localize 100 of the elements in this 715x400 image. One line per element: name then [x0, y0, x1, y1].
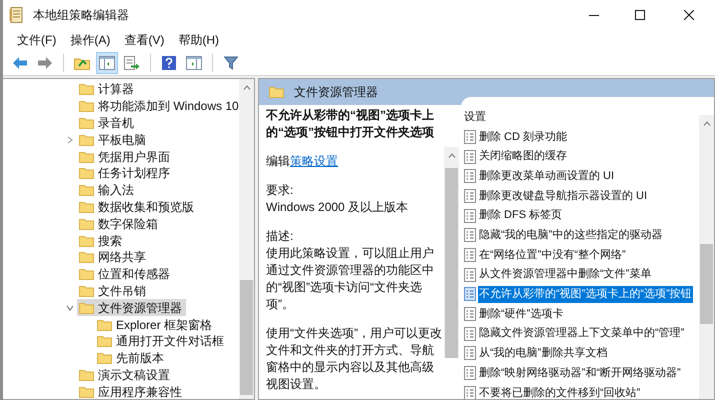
- window-title: 本地组策略编辑器: [33, 7, 129, 24]
- expand-chevron-icon[interactable]: [67, 136, 73, 144]
- policy-title: 不允许从彩带的“视图”选项卡上的“选项”按钮中打开文件夹选项: [266, 107, 435, 141]
- policy-icon: [464, 169, 476, 184]
- folder-icon: [79, 200, 94, 213]
- section-title: 文件资源管理器: [294, 84, 378, 101]
- toolbar-button[interactable]: [96, 52, 118, 74]
- folder-icon: [79, 218, 94, 230]
- policy-icon: [464, 228, 476, 242]
- tree-item[interactable]: 网络共享: [77, 248, 150, 266]
- folder-icon: [79, 184, 94, 196]
- folder-icon: [97, 335, 112, 348]
- pane-icon[interactable]: [99, 56, 115, 70]
- close-icon: [684, 10, 694, 20]
- edit-label: 编辑: [266, 154, 290, 168]
- scroll-up-icon[interactable]: [242, 85, 250, 90]
- collapse-chevron-icon[interactable]: [66, 304, 74, 311]
- policy-icon: [464, 188, 476, 203]
- tree-item[interactable]: 输入法: [77, 182, 138, 199]
- export-list-icon[interactable]: [124, 56, 140, 70]
- policy-icon: [464, 150, 476, 164]
- tree-item[interactable]: 演示文稿设置: [77, 366, 174, 384]
- tree-item[interactable]: 数据收集和预览版: [77, 198, 198, 216]
- policy-setting-item[interactable]: 不要将已删除的文件移到“回收站”: [478, 384, 642, 399]
- policy-setting-item[interactable]: 删除更改菜单动画设置的 UI: [478, 168, 616, 184]
- folder-icon: [269, 86, 284, 98]
- menu-item[interactable]: 操作(A): [70, 31, 110, 49]
- scroll-up-icon[interactable]: [702, 121, 710, 126]
- description-label: 描述:: [266, 228, 294, 245]
- policy-setting-item[interactable]: 隐藏文件资源管理器上下文菜单中的“管理”: [478, 325, 686, 342]
- policy-icon: [464, 307, 476, 322]
- policy-setting-item[interactable]: 从文件资源管理器中删除“文件”菜单: [478, 266, 652, 283]
- list-scrollbar[interactable]: [699, 115, 714, 399]
- menu-item[interactable]: 文件(F): [17, 31, 56, 49]
- scroll-thumb[interactable]: [445, 168, 458, 358]
- pane-icon[interactable]: [186, 56, 202, 70]
- folder-icon: [79, 234, 94, 247]
- folder-icon: [79, 386, 94, 398]
- policy-setting-item[interactable]: 删除 DFS 标签页: [478, 207, 564, 224]
- tree-item[interactable]: 任务计划程序: [77, 164, 174, 182]
- policy-icon: [464, 130, 476, 144]
- policy-setting-item[interactable]: 从“我的电脑”删除共享文档: [478, 345, 608, 362]
- policy-icon: [464, 248, 476, 262]
- description-scrollbar[interactable]: [444, 147, 459, 358]
- column-header: 设置: [464, 110, 487, 125]
- description-text: 使用“文件夹选项”，用户可以更改文件和文件夹的打开方式、导航窗格中的显示内容以及其他高级视图设置。: [266, 325, 443, 393]
- tree-item[interactable]: 数字保险箱: [77, 215, 162, 232]
- requirements-text: Windows 2000 及以上版本: [266, 199, 410, 216]
- scroll-thumb[interactable]: [700, 244, 713, 324]
- forward-arrow-icon[interactable]: [37, 56, 53, 70]
- policy-icon: [464, 346, 476, 360]
- tree-item[interactable]: 位置和传感器: [77, 266, 174, 283]
- help-icon[interactable]: [162, 56, 176, 70]
- folder-icon: [97, 352, 112, 364]
- tree-item[interactable]: 先前版本: [95, 350, 168, 367]
- tree-item[interactable]: 凭据用户界面: [77, 148, 174, 165]
- requirements-label: 要求:: [266, 182, 294, 199]
- policy-setting-item[interactable]: 删除“硬件”选项卡: [478, 306, 564, 322]
- folder-icon: [79, 284, 94, 297]
- folder-icon: [79, 302, 94, 314]
- folder-icon: [79, 268, 94, 280]
- tree-item[interactable]: 将功能添加到 Windows 10: [77, 98, 239, 115]
- tree-item[interactable]: 平板电脑: [77, 131, 150, 148]
- scroll-thumb[interactable]: [240, 280, 253, 395]
- policy-setting-item[interactable]: 删除“映射网络驱动器”和“断开网络驱动器”: [478, 364, 682, 382]
- tree-item[interactable]: 文件资源管理器: [77, 299, 186, 316]
- menu-item[interactable]: 查看(V): [124, 31, 164, 49]
- scroll-up-icon[interactable]: [448, 153, 456, 158]
- description-text: 使用此策略设置，可以阻止用户通过文件资源管理器的功能区中的“视图”选项卡访问“文件夹选项”。: [266, 245, 435, 313]
- tree-item[interactable]: 文件吊销: [77, 282, 150, 300]
- policy-icon: [464, 287, 476, 302]
- folder-icon: [79, 100, 94, 112]
- folder-icon: [79, 251, 94, 264]
- tree-item[interactable]: 搜索: [77, 232, 126, 249]
- filter-icon[interactable]: [224, 56, 238, 70]
- policy-setting-item[interactable]: 删除 CD 刻录功能: [478, 128, 568, 146]
- tree-item[interactable]: 计算器: [77, 81, 138, 98]
- policy-setting-item[interactable]: 不允许从彩带的“视图”选项卡上的“选项”按钮: [478, 286, 693, 303]
- policy-settings-link[interactable]: 策略设置: [290, 154, 338, 168]
- folder-icon: [79, 167, 94, 180]
- tree-item[interactable]: 应用程序兼容性: [77, 383, 186, 399]
- maximize-icon: [635, 10, 645, 20]
- tree-scrollbar[interactable]: [239, 79, 254, 399]
- policy-setting-item[interactable]: 隐藏“我的电脑”中的这些指定的驱动器: [478, 227, 664, 244]
- tree-item[interactable]: Explorer 框架窗格: [95, 316, 216, 333]
- policy-setting-item[interactable]: 在“网络位置”中没有“整个网络”: [478, 246, 627, 264]
- policy-icon: [464, 366, 476, 380]
- folder-icon: [97, 318, 112, 331]
- policy-icon: [464, 208, 476, 223]
- menu-item[interactable]: 帮助(H): [178, 31, 219, 49]
- folder-icon: [79, 150, 94, 163]
- policy-setting-item[interactable]: 关闭缩略图的缓存: [478, 148, 568, 165]
- policy-setting-item[interactable]: 删除更改键盘导航指示器设置的 UI: [478, 188, 648, 204]
- app-icon: [9, 7, 23, 23]
- back-arrow-icon[interactable]: [12, 56, 28, 70]
- tree-item[interactable]: 通用打开文件对话框: [95, 332, 228, 350]
- tree-item[interactable]: 录音机: [77, 114, 138, 132]
- minimize-icon: [589, 14, 599, 16]
- folder-up-icon[interactable]: [74, 56, 90, 70]
- policy-icon: [464, 268, 476, 282]
